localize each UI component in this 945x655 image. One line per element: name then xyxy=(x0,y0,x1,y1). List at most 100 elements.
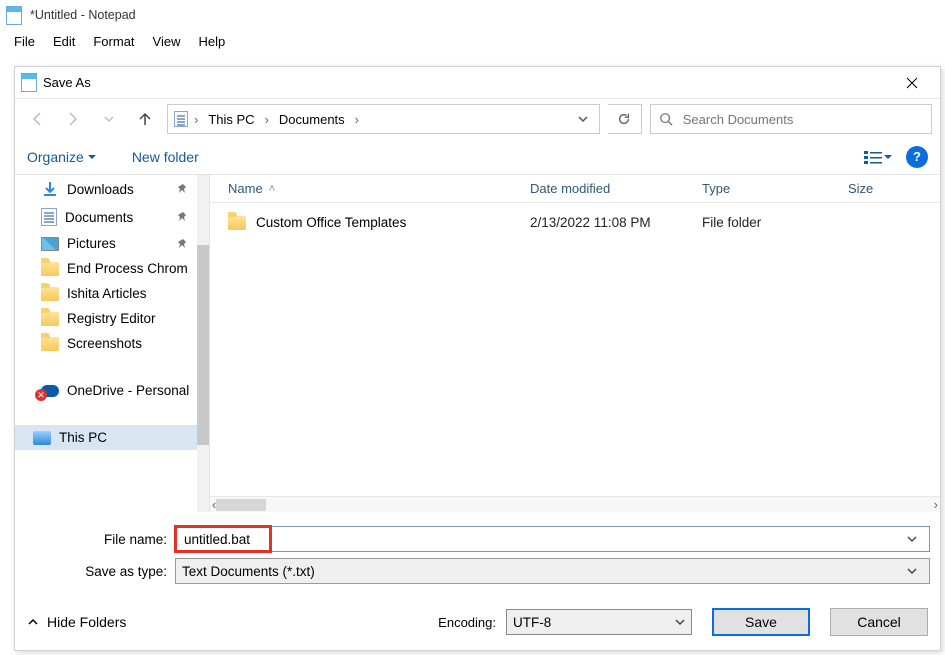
saveastype-dropdown[interactable] xyxy=(901,566,923,576)
encoding-dropdown[interactable] xyxy=(675,615,685,630)
sidebar-item-label: This PC xyxy=(59,430,107,445)
hide-folders-button[interactable]: Hide Folders xyxy=(27,614,126,630)
scroll-right-icon[interactable]: › xyxy=(934,497,938,512)
sidebar-item-label: Ishita Articles xyxy=(67,286,147,301)
organize-label: Organize xyxy=(27,149,84,165)
new-folder-button[interactable]: New folder xyxy=(132,149,199,165)
chevron-right-icon[interactable]: › xyxy=(265,112,269,127)
help-button[interactable]: ? xyxy=(906,146,928,168)
sidebar-item-label: Downloads xyxy=(67,182,134,197)
folder-icon xyxy=(41,262,59,276)
breadcrumb-this-pc[interactable]: This PC xyxy=(202,110,260,129)
menu-file[interactable]: File xyxy=(6,32,43,51)
encoding-value: UTF-8 xyxy=(513,615,551,630)
file-name: Custom Office Templates xyxy=(256,215,406,230)
document-icon xyxy=(41,208,57,226)
horizontal-scrollbar[interactable]: ‹ › xyxy=(210,496,940,512)
recent-dropdown[interactable] xyxy=(95,105,123,133)
up-arrow-icon xyxy=(137,111,153,127)
column-date[interactable]: Date modified xyxy=(530,181,702,196)
sidebar-item[interactable]: ✕ OneDrive - Personal xyxy=(15,378,209,403)
onedrive-icon: ✕ xyxy=(41,385,59,397)
menu-help[interactable]: Help xyxy=(190,32,233,51)
folder-icon xyxy=(41,287,59,301)
save-as-dialog: Save As › This PC › Docume xyxy=(14,66,941,651)
sidebar-item[interactable]: Downloads xyxy=(15,175,209,203)
filename-label: File name: xyxy=(25,532,175,547)
sidebar-item-label: OneDrive - Personal xyxy=(67,383,189,398)
saveastype-value: Text Documents (*.txt) xyxy=(182,564,901,579)
sidebar-item[interactable]: This PC xyxy=(15,425,209,450)
chevron-down-icon xyxy=(675,617,685,627)
menu-format[interactable]: Format xyxy=(85,32,142,51)
back-button[interactable] xyxy=(23,105,51,133)
caret-down-icon xyxy=(884,153,892,161)
chevron-down-icon xyxy=(104,114,114,124)
pc-icon xyxy=(33,431,51,445)
column-type[interactable]: Type xyxy=(702,181,848,196)
forward-icon xyxy=(65,111,81,127)
caret-down-icon xyxy=(88,153,96,161)
encoding-label: Encoding: xyxy=(438,615,496,630)
filename-combo[interactable] xyxy=(175,526,930,552)
sidebar-item-label: Registry Editor xyxy=(67,311,156,326)
sidebar-item[interactable]: Documents xyxy=(15,203,209,231)
file-date: 2/13/2022 11:08 PM xyxy=(530,215,702,230)
pin-icon xyxy=(177,183,189,195)
search-icon xyxy=(659,112,673,126)
menu-view[interactable]: View xyxy=(145,32,189,51)
column-headers: Name ˄ Date modified Type Size xyxy=(210,175,940,203)
file-type: File folder xyxy=(702,215,848,230)
chevron-right-icon[interactable]: › xyxy=(355,112,359,127)
dialog-title: Save As xyxy=(43,75,890,90)
sort-ascending-icon: ˄ xyxy=(269,183,275,195)
nav-tree: Downloads Documents Pictures End Process Ch… xyxy=(15,175,210,512)
column-size[interactable]: Size xyxy=(848,181,940,196)
menubar: File Edit Format View Help xyxy=(0,30,945,52)
sidebar-item[interactable]: Ishita Articles xyxy=(15,281,209,306)
sidebar-item-label: Documents xyxy=(65,210,133,225)
folder-icon xyxy=(228,216,246,230)
search-box[interactable] xyxy=(650,104,932,134)
close-icon xyxy=(906,77,918,89)
chevron-down-icon xyxy=(907,534,917,544)
address-dropdown[interactable] xyxy=(571,114,595,124)
sidebar-item[interactable]: Screenshots xyxy=(15,331,209,356)
chevron-right-icon[interactable]: › xyxy=(194,112,198,127)
sidebar-item[interactable]: Pictures xyxy=(15,231,209,256)
folder-icon xyxy=(41,337,59,351)
error-badge-icon: ✕ xyxy=(35,389,47,401)
location-icon xyxy=(174,111,188,127)
pin-icon xyxy=(177,211,189,223)
up-button[interactable] xyxy=(131,105,159,133)
view-button[interactable] xyxy=(858,147,898,167)
filename-dropdown[interactable] xyxy=(901,534,923,544)
breadcrumb-documents[interactable]: Documents xyxy=(273,110,351,129)
encoding-combo[interactable]: UTF-8 xyxy=(506,609,692,635)
back-icon xyxy=(29,111,45,127)
chevron-up-icon xyxy=(27,616,39,628)
sidebar-scrollbar[interactable] xyxy=(197,175,209,512)
save-button[interactable]: Save xyxy=(712,608,810,636)
column-name[interactable]: Name ˄ xyxy=(210,181,530,196)
forward-button[interactable] xyxy=(59,105,87,133)
cancel-button[interactable]: Cancel xyxy=(830,608,928,636)
close-button[interactable] xyxy=(890,68,934,98)
pictures-icon xyxy=(41,237,59,251)
sidebar-item[interactable]: Registry Editor xyxy=(15,306,209,331)
organize-dropdown[interactable]: Organize xyxy=(27,149,96,165)
sidebar-item-label: Pictures xyxy=(67,236,116,251)
notepad-icon xyxy=(6,6,22,25)
view-details-icon xyxy=(864,149,882,165)
sidebar-item[interactable]: End Process Chrom xyxy=(15,256,209,281)
saveastype-combo[interactable]: Text Documents (*.txt) xyxy=(175,558,930,584)
file-row[interactable]: Custom Office Templates 2/13/2022 11:08 P… xyxy=(210,211,940,234)
chevron-down-icon xyxy=(578,114,588,124)
address-bar[interactable]: › This PC › Documents › xyxy=(167,104,600,134)
refresh-button[interactable] xyxy=(608,104,642,134)
filename-input[interactable] xyxy=(182,531,901,548)
sidebar-item-label: Screenshots xyxy=(67,336,142,351)
notepad-title: *Untitled - Notepad xyxy=(30,8,136,22)
search-input[interactable] xyxy=(681,111,923,128)
menu-edit[interactable]: Edit xyxy=(45,32,83,51)
